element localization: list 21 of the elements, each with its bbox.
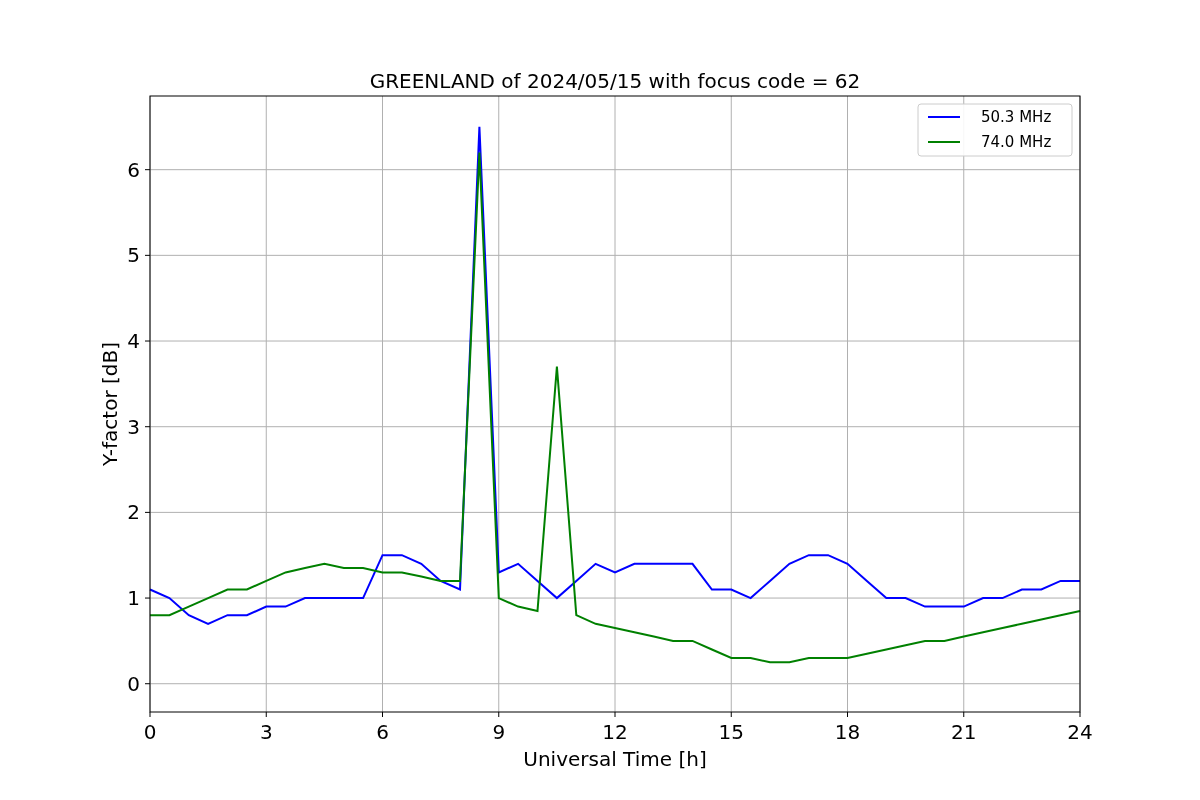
x-tick-label: 9 (492, 720, 506, 744)
y-tick-label: 6 (127, 157, 140, 182)
x-tick-label: 21 (951, 720, 977, 744)
x-tick-label: 6 (376, 720, 389, 744)
y-tick-label: 2 (127, 500, 140, 525)
y-axis-label: Y-factor [dB] (98, 342, 122, 466)
x-tick-label: 15 (718, 720, 744, 744)
chart-title: GREENLAND of 2024/05/15 with focus code = 62 (369, 69, 861, 93)
x-tick-label: 18 (834, 720, 861, 744)
x-tick-label: 3 (259, 720, 273, 744)
x-axis-label: Universal Time [h] (523, 747, 707, 771)
x-tick-label: 12 (602, 720, 628, 744)
y-tick-label: 1 (127, 586, 140, 611)
x-tick-label: 24 (1067, 720, 1093, 744)
y-tick-label: 5 (127, 243, 140, 268)
y-tick-label: 3 (127, 414, 140, 439)
y-tick-label: 4 (127, 329, 140, 354)
y-tick-label: 0 (127, 671, 140, 696)
legend-label: 50.3 MHz (981, 108, 1052, 126)
x-tick-label: 0 (143, 720, 157, 744)
legend-label: 74.0 MHz (981, 133, 1052, 151)
